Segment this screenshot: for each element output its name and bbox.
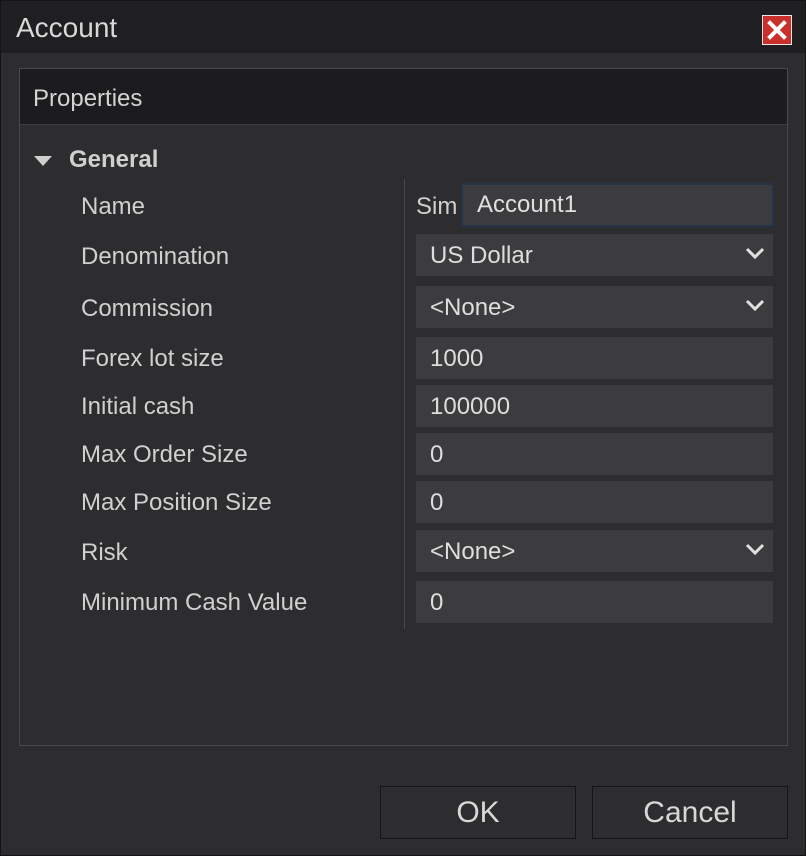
risk-value: <None> — [430, 538, 516, 565]
chevron-down-icon — [745, 247, 765, 260]
minimum-cash-value-value: 0 — [430, 589, 444, 616]
group-general-toggle[interactable]: General — [20, 139, 320, 179]
window-title: Account — [16, 12, 118, 43]
caret-down-icon — [34, 156, 52, 166]
properties-title: Properties — [33, 85, 143, 112]
properties-header: Properties — [20, 69, 787, 125]
forex-lot-size-input[interactable]: 1000 — [416, 337, 773, 379]
group-general-label: General — [69, 146, 159, 173]
risk-label: Risk — [81, 539, 128, 566]
max-order-size-value: 0 — [430, 441, 444, 468]
column-divider — [404, 179, 405, 629]
minimum-cash-value-label: Minimum Cash Value — [81, 589, 308, 616]
minimum-cash-value-input[interactable]: 0 — [416, 581, 773, 623]
denomination-value: US Dollar — [430, 242, 533, 269]
max-order-size-label: Max Order Size — [81, 441, 248, 468]
max-order-size-input[interactable]: 0 — [416, 433, 773, 475]
title-bar: Account — [1, 1, 805, 53]
chevron-down-icon — [745, 543, 765, 556]
cancel-button[interactable]: Cancel — [592, 786, 788, 839]
commission-dropdown[interactable]: <None> — [416, 286, 773, 328]
commission-label: Commission — [81, 295, 214, 322]
max-position-size-label: Max Position Size — [81, 489, 272, 516]
denomination-label: Denomination — [81, 243, 230, 270]
initial-cash-label: Initial cash — [81, 393, 195, 420]
name-input[interactable]: Account1 — [461, 183, 774, 227]
name-prefix: Sim — [416, 193, 458, 220]
ok-button[interactable]: OK — [380, 786, 576, 839]
max-position-size-value: 0 — [430, 489, 444, 516]
account-dialog: Account Properties General Name Sim Acco… — [0, 0, 806, 856]
risk-dropdown[interactable]: <None> — [416, 530, 773, 572]
forex-lot-size-label: Forex lot size — [81, 345, 224, 372]
forex-lot-size-value: 1000 — [430, 345, 484, 372]
chevron-down-icon — [745, 299, 765, 312]
close-button[interactable] — [762, 15, 792, 45]
initial-cash-value: 100000 — [430, 393, 511, 420]
denomination-dropdown[interactable]: US Dollar — [416, 234, 773, 276]
initial-cash-input[interactable]: 100000 — [416, 385, 773, 427]
close-icon — [767, 20, 787, 40]
properties-panel: Properties General Name Sim Account1 Den… — [19, 68, 788, 746]
name-label: Name — [81, 193, 146, 220]
commission-value: <None> — [430, 294, 516, 321]
max-position-size-input[interactable]: 0 — [416, 481, 773, 523]
